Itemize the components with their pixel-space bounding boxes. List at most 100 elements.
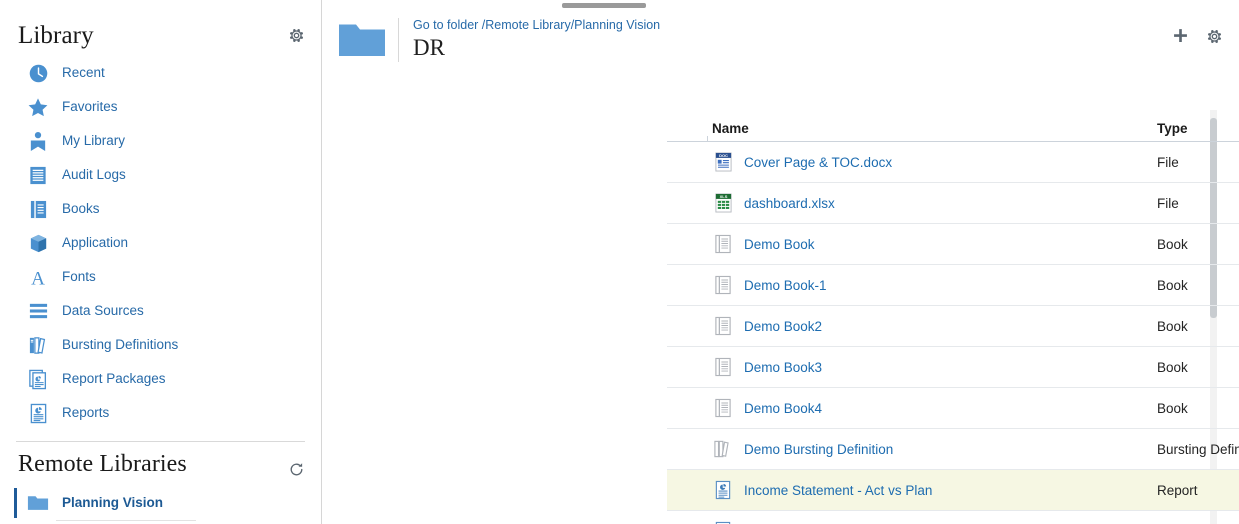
table-body: DOC Cover Page & TOC.docx File 20 XLS da… bbox=[667, 142, 1239, 524]
folder-icon bbox=[336, 20, 388, 60]
sidebar-item-books[interactable]: Books bbox=[0, 192, 321, 226]
sidebar-item-label: Report Packages bbox=[62, 372, 166, 386]
sidebar-item-data-sources[interactable]: Data Sources bbox=[0, 294, 321, 328]
star-icon bbox=[26, 95, 50, 119]
file-name-link[interactable]: Cover Page & TOC.docx bbox=[744, 155, 892, 170]
docx-file-icon: DOC bbox=[712, 151, 734, 173]
sidebar-item-reports[interactable]: Reports bbox=[0, 396, 321, 430]
file-name-link[interactable]: Demo Book3 bbox=[744, 360, 822, 375]
cell-type: Book bbox=[1157, 401, 1239, 416]
book-icon bbox=[712, 274, 734, 296]
cell-name: Demo Book3 bbox=[667, 356, 1157, 378]
sidebar: Library Recent Favorites bbox=[0, 0, 322, 524]
sidebar-item-favorites[interactable]: Favorites bbox=[0, 90, 321, 124]
cell-name: Income Statement - Act vs Plan bbox=[667, 479, 1157, 501]
svg-text:DOC: DOC bbox=[719, 153, 728, 158]
cell-name: Demo Book2 bbox=[667, 315, 1157, 337]
sidebar-header: Library bbox=[0, 0, 321, 52]
file-name-link[interactable]: Demo Book4 bbox=[744, 401, 822, 416]
table-row[interactable]: Demo Book4 Book 20 bbox=[667, 388, 1239, 429]
sidebar-item-planning-vision[interactable]: Planning Vision bbox=[0, 486, 321, 520]
table-row[interactable]: Demo Book-1 Book 20 bbox=[667, 265, 1239, 306]
sidebar-item-audit-logs[interactable]: Audit Logs bbox=[0, 158, 321, 192]
cell-type: Book bbox=[1157, 360, 1239, 375]
cell-name: XLS dashboard.xlsx bbox=[667, 192, 1157, 214]
remote-libraries-header: Remote Libraries bbox=[0, 442, 321, 486]
sidebar-item-report-packages[interactable]: Report Packages bbox=[0, 362, 321, 396]
add-button[interactable] bbox=[1172, 28, 1189, 50]
report-icon bbox=[712, 479, 734, 501]
header-actions bbox=[1172, 28, 1223, 50]
file-name-link[interactable]: Demo Book2 bbox=[744, 319, 822, 334]
column-header-type[interactable]: Type bbox=[1157, 121, 1239, 141]
file-name-link[interactable]: Demo Book-1 bbox=[744, 278, 827, 293]
data-sources-icon bbox=[26, 299, 50, 323]
sidebar-item-label: Recent bbox=[62, 66, 105, 80]
sidebar-item-recent[interactable]: Recent bbox=[0, 56, 321, 90]
cell-type: Book bbox=[1157, 237, 1239, 252]
audit-logs-icon bbox=[26, 163, 50, 187]
sidebar-item-label: Audit Logs bbox=[62, 168, 126, 182]
plus-icon bbox=[1172, 28, 1189, 50]
sidebar-item-label: Books bbox=[62, 202, 100, 216]
breadcrumb[interactable]: Go to folder /Remote Library/Planning Vi… bbox=[413, 18, 660, 33]
table-row[interactable]: DOC Cover Page & TOC.docx File 20 bbox=[667, 142, 1239, 183]
file-name-link[interactable]: dashboard.xlsx bbox=[744, 196, 835, 211]
file-name-link[interactable]: Income Statement - Act vs Plan bbox=[744, 483, 932, 498]
folder-icon bbox=[26, 491, 50, 515]
cell-name: Demo Book-1 bbox=[667, 274, 1157, 296]
sidebar-item-label: Data Sources bbox=[62, 304, 144, 318]
report-icon bbox=[26, 401, 50, 425]
settings-button[interactable] bbox=[1206, 28, 1223, 50]
table-row[interactable]: XLS dashboard.xlsx File 20 bbox=[667, 183, 1239, 224]
book-icon bbox=[712, 397, 734, 419]
refresh-remote-libraries-button[interactable] bbox=[285, 458, 307, 480]
remote-sub-divider bbox=[56, 520, 196, 522]
cell-type: File bbox=[1157, 196, 1239, 211]
table-row[interactable] bbox=[667, 511, 1239, 524]
sidebar-item-label: Reports bbox=[62, 406, 109, 420]
sidebar-item-my-library[interactable]: My Library bbox=[0, 124, 321, 158]
my-library-icon bbox=[26, 129, 50, 153]
table-row[interactable]: Demo Book3 Book 20 bbox=[667, 347, 1239, 388]
sidebar-item-application[interactable]: Application bbox=[0, 226, 321, 260]
sidebar-item-fonts[interactable]: A Fonts bbox=[0, 260, 321, 294]
remote-libraries-title: Remote Libraries bbox=[18, 452, 187, 476]
sidebar-item-label: Planning Vision bbox=[62, 496, 163, 510]
sidebar-item-label: My Library bbox=[62, 134, 125, 148]
cell-name: Demo Book bbox=[667, 233, 1157, 255]
cell-name: Demo Bursting Definition bbox=[667, 438, 1157, 460]
table-row[interactable]: Income Statement - Act vs Plan Report 20… bbox=[667, 470, 1239, 511]
file-name-link[interactable]: Demo Bursting Definition bbox=[744, 442, 893, 457]
table-row[interactable]: Demo Book Book 20 bbox=[667, 224, 1239, 265]
sidebar-item-label: Fonts bbox=[62, 270, 96, 284]
cell-name bbox=[667, 520, 1157, 524]
xlsx-file-icon: XLS bbox=[712, 192, 734, 214]
font-a-icon: A bbox=[26, 265, 50, 289]
sidebar-title: Library bbox=[18, 23, 94, 48]
cell-name: Demo Book4 bbox=[667, 397, 1157, 419]
table-row[interactable]: Demo Bursting Definition Bursting Defini… bbox=[667, 429, 1239, 470]
table-row[interactable]: Demo Book2 Book 20 bbox=[667, 306, 1239, 347]
file-name-link[interactable]: Demo Book bbox=[744, 237, 815, 252]
gear-icon bbox=[1206, 28, 1223, 50]
folder-text: Go to folder /Remote Library/Planning Vi… bbox=[413, 18, 660, 61]
book-icon bbox=[712, 315, 734, 337]
library-settings-button[interactable] bbox=[285, 24, 307, 46]
column-header-name[interactable]: Name bbox=[667, 121, 1157, 141]
cell-name: DOC Cover Page & TOC.docx bbox=[667, 151, 1157, 173]
cell-type: File bbox=[1157, 155, 1239, 170]
report-icon bbox=[712, 520, 734, 524]
bursting-definitions-icon bbox=[712, 438, 734, 460]
application-root: Library Recent Favorites bbox=[0, 0, 1239, 524]
file-table: Name Type M ons DOC Cover Page & TOC.doc… bbox=[667, 110, 1239, 524]
bursting-definitions-icon bbox=[26, 333, 50, 357]
book-icon bbox=[712, 233, 734, 255]
main-content: Go to folder /Remote Library/Planning Vi… bbox=[322, 0, 1239, 524]
horizontal-scrollbar-thumb[interactable] bbox=[562, 3, 646, 8]
sidebar-item-label: Bursting Definitions bbox=[62, 338, 178, 352]
cell-type: Book bbox=[1157, 319, 1239, 334]
sidebar-item-bursting-definitions[interactable]: Bursting Definitions bbox=[0, 328, 321, 362]
refresh-icon bbox=[288, 461, 305, 478]
report-packages-icon bbox=[26, 367, 50, 391]
